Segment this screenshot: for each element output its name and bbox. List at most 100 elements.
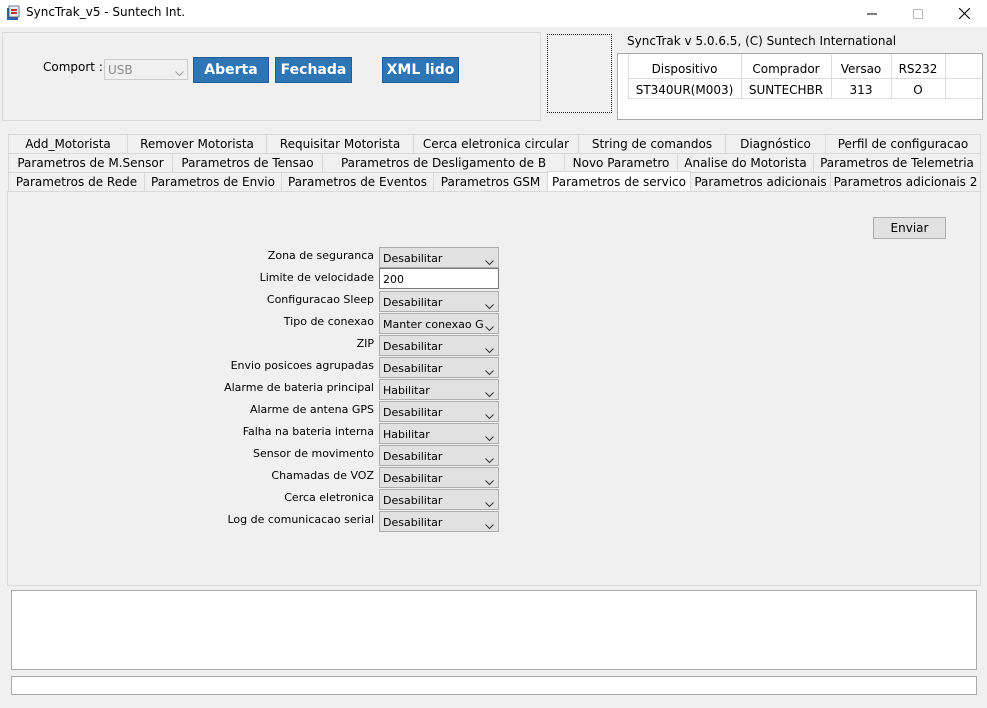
label-cerca-eletronica: Cerca eletronica xyxy=(284,491,374,504)
value-versao: 313 xyxy=(849,83,873,97)
value-dispositivo: ST340UR(M003) xyxy=(635,83,734,97)
tab-parametros-de-eventos[interactable]: Parametros de Eventos xyxy=(281,172,434,192)
select-value: Habilitar xyxy=(383,384,430,397)
tab-remover-motorista[interactable]: Remover Motorista xyxy=(127,134,267,154)
device-info-table: Dispositivo Comprador Versao RS232 ST340… xyxy=(617,53,983,120)
tab-requisitar-motorista[interactable]: Requisitar Motorista xyxy=(266,134,414,154)
label-chamadas-de-voz: Chamadas de VOZ xyxy=(271,469,374,482)
tab-add-motorista[interactable]: Add_Motorista xyxy=(8,134,128,154)
tab-diagnostico[interactable]: Diagnóstico xyxy=(725,134,826,154)
chevron-down-icon xyxy=(485,453,494,467)
tab-perfil-de-configuracao[interactable]: Perfil de configuracao xyxy=(825,134,981,154)
select-alarme-de-bateria-principal[interactable]: Habilitar xyxy=(379,379,499,400)
chevron-down-icon xyxy=(485,321,494,335)
minimize-icon xyxy=(867,9,877,19)
select-zona-de-seguranca[interactable]: Desabilitar xyxy=(379,247,499,268)
header-dispositivo: Dispositivo xyxy=(651,62,718,76)
input-limite-de-velocidade[interactable]: 200 xyxy=(379,268,499,289)
header-comprador: Comprador xyxy=(752,62,820,76)
chevron-down-icon xyxy=(485,255,494,269)
comport-select[interactable]: USB xyxy=(104,59,188,80)
select-falha-na-bateria-interna[interactable]: Habilitar xyxy=(379,423,499,444)
select-value: Desabilitar xyxy=(383,494,443,507)
select-chamadas-de-voz[interactable]: Desabilitar xyxy=(379,467,499,488)
tab-parametros-de-tensao[interactable]: Parametros de Tensao xyxy=(172,153,323,173)
select-value: Desabilitar xyxy=(383,296,443,309)
select-alarme-de-antena-gps[interactable]: Desabilitar xyxy=(379,401,499,422)
device-image-placeholder xyxy=(547,34,612,113)
label-falha-na-bateria-interna: Falha na bateria interna xyxy=(242,425,374,438)
comport-label: Comport : xyxy=(43,60,103,74)
chevron-down-icon xyxy=(485,409,494,423)
select-zip[interactable]: Desabilitar xyxy=(379,335,499,356)
select-envio-posicoes-agrupadas[interactable]: Desabilitar xyxy=(379,357,499,378)
select-value: Desabilitar xyxy=(383,252,443,265)
log-textarea[interactable] xyxy=(11,590,977,670)
select-value: Desabilitar xyxy=(383,340,443,353)
label-sensor-de-movimento: Sensor de movimento xyxy=(253,447,374,460)
maximize-button[interactable] xyxy=(895,0,941,27)
chevron-down-icon xyxy=(485,387,494,401)
chevron-down-icon xyxy=(485,299,494,313)
status-field[interactable] xyxy=(11,676,977,695)
maximize-icon xyxy=(913,8,923,19)
chevron-down-icon xyxy=(485,497,494,511)
chevron-down-icon xyxy=(485,475,494,489)
window-title: SyncTrak_v5 - Suntech Int. xyxy=(26,5,186,19)
label-envio-posicoes-agrupadas: Envio posicoes agrupadas xyxy=(230,359,374,372)
tab-parametros-de-desligamento[interactable]: Parametros de Desligamento de B xyxy=(322,153,565,173)
fechada-button[interactable]: Fechada xyxy=(275,57,352,83)
label-zona-de-seguranca: Zona de seguranca xyxy=(267,249,374,262)
select-tipo-de-conexao[interactable]: Manter conexao GP xyxy=(379,313,499,334)
select-value: Desabilitar xyxy=(383,472,443,485)
app-icon xyxy=(6,5,21,21)
label-alarme-de-antena-gps: Alarme de antena GPS xyxy=(249,403,374,416)
xml-lido-button[interactable]: XML lido xyxy=(382,57,459,83)
close-button[interactable] xyxy=(941,0,987,27)
connection-panel xyxy=(2,32,541,121)
label-tipo-de-conexao: Tipo de conexao xyxy=(283,315,374,328)
label-limite-de-velocidade: Limite de velocidade xyxy=(259,271,374,284)
select-log-de-comunicacao-serial[interactable]: Desabilitar xyxy=(379,511,499,532)
chevron-down-icon xyxy=(175,66,184,80)
label-configuracao-sleep: Configuracao Sleep xyxy=(266,293,374,306)
select-value: Desabilitar xyxy=(383,450,443,463)
input-value: 200 xyxy=(383,273,404,286)
tab-parametros-adicionais-2[interactable]: Parametros adicionais 2 xyxy=(830,172,981,192)
aberta-button[interactable]: Aberta xyxy=(193,57,269,83)
tab-string-de-comandos[interactable]: String de comandos xyxy=(578,134,726,154)
minimize-button[interactable] xyxy=(849,0,895,27)
header-rs232: RS232 xyxy=(898,62,938,76)
select-sensor-de-movimento[interactable]: Desabilitar xyxy=(379,445,499,466)
tab-novo-parametro[interactable]: Novo Parametro xyxy=(564,153,678,173)
select-value: Habilitar xyxy=(383,428,430,441)
chevron-down-icon xyxy=(485,519,494,533)
value-rs232: O xyxy=(913,83,923,97)
enviar-button[interactable]: Enviar xyxy=(873,217,946,239)
tab-cerca-eletronica-circular[interactable]: Cerca eletronica circular xyxy=(413,134,579,154)
label-log-de-comunicacao-serial: Log de comunicacao serial xyxy=(227,513,374,526)
comport-value: USB xyxy=(108,63,133,77)
label-alarme-de-bateria-principal: Alarme de bateria principal xyxy=(224,381,374,394)
close-icon xyxy=(958,8,970,19)
tab-parametros-de-envio[interactable]: Parametros de Envio xyxy=(144,172,282,192)
tab-parametros-de-telemetria[interactable]: Parametros de Telemetria xyxy=(813,153,981,173)
label-zip: ZIP xyxy=(356,337,374,350)
tab-parametros-adicionais[interactable]: Parametros adicionais xyxy=(690,172,831,192)
header-versao: Versao xyxy=(840,62,882,76)
version-label: SyncTrak v 5.0.6.5, (C) Suntech Internat… xyxy=(627,34,897,48)
chevron-down-icon xyxy=(485,431,494,445)
tab-parametros-gsm[interactable]: Parametros GSM xyxy=(433,172,548,192)
select-value: Manter conexao GP xyxy=(383,318,483,331)
value-comprador: SUNTECHBR xyxy=(748,83,824,97)
tab-parametros-de-servico[interactable]: Parametros de servico xyxy=(547,171,691,192)
select-configuracao-sleep[interactable]: Desabilitar xyxy=(379,291,499,312)
tab-parametros-m-sensor[interactable]: Parametros de M.Sensor xyxy=(8,153,173,173)
chevron-down-icon xyxy=(485,365,494,379)
select-value: Desabilitar xyxy=(383,516,443,529)
select-cerca-eletronica[interactable]: Desabilitar xyxy=(379,489,499,510)
chevron-down-icon xyxy=(485,343,494,357)
tab-analise-do-motorista[interactable]: Analise do Motorista xyxy=(677,153,814,173)
tab-parametros-de-rede[interactable]: Parametros de Rede xyxy=(8,172,145,192)
select-value: Desabilitar xyxy=(383,406,443,419)
